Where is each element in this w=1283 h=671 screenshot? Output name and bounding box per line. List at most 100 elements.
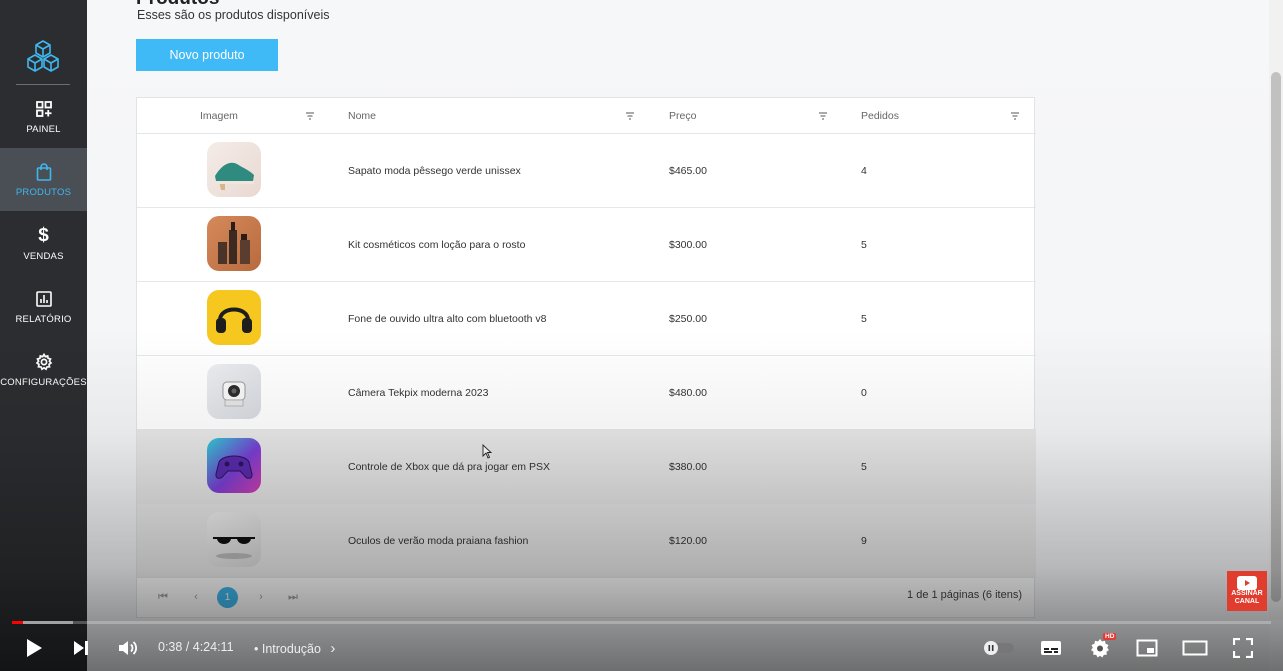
miniplayer-icon xyxy=(1136,639,1158,657)
first-page-button[interactable]: ⏮ xyxy=(155,589,171,605)
progress-played xyxy=(12,621,23,624)
prev-page-button[interactable]: ‹ xyxy=(188,589,204,605)
play-button[interactable] xyxy=(22,636,46,660)
dollar-icon: $ xyxy=(38,224,49,246)
page-subtitle: Esses são os produtos disponíveis xyxy=(137,8,330,22)
skip-next-icon xyxy=(74,641,88,655)
dashboard-icon xyxy=(34,99,54,119)
product-orders: 0 xyxy=(861,387,867,399)
table-header: Imagem Nome Preço Pedidos xyxy=(137,98,1036,134)
subtitles-icon xyxy=(1041,641,1061,655)
current-page-button[interactable]: 1 xyxy=(217,587,238,608)
miniplayer-button[interactable] xyxy=(1135,636,1159,660)
report-chart-icon xyxy=(34,289,54,309)
product-price: $250.00 xyxy=(669,313,707,325)
progress-buffered xyxy=(23,621,73,624)
pagination: ⏮ ‹ 1 › ⏭ 1 de 1 páginas (6 itens) xyxy=(137,577,1036,617)
product-name: Sapato moda pêssego verde unissex xyxy=(348,165,521,177)
table-row[interactable]: Câmera Tekpix moderna 2023 $480.00 0 xyxy=(137,356,1036,430)
hd-badge: HD xyxy=(1103,633,1117,640)
filter-icon[interactable] xyxy=(305,111,315,121)
volume-button[interactable] xyxy=(116,636,140,660)
product-price: $465.00 xyxy=(669,165,707,177)
table-row[interactable]: Controle de Xbox que dá pra jogar em PSX… xyxy=(137,430,1036,504)
subscribe-label-line1: ASSINAR xyxy=(1231,590,1263,597)
next-video-button[interactable] xyxy=(70,636,92,660)
product-orders: 5 xyxy=(861,461,867,473)
player-controls: 0:38 / 4:24:11 • Introdução › HD xyxy=(0,626,1283,671)
sidebar: PAINEL PRODUTOS $ VENDAS RELATÓRIO CONFI… xyxy=(0,0,87,671)
main-content: Produtos Esses são os produtos disponíve… xyxy=(87,0,1269,671)
product-image-shoe xyxy=(207,142,261,197)
filter-icon[interactable] xyxy=(818,111,828,121)
filter-icon[interactable] xyxy=(625,111,635,121)
sidebar-item-painel[interactable]: PAINEL xyxy=(0,85,87,148)
sidebar-item-label: PRODUTOS xyxy=(15,186,72,198)
settings-button[interactable]: HD xyxy=(1087,633,1117,660)
video-progress-bar[interactable] xyxy=(12,621,1271,624)
product-orders: 5 xyxy=(861,239,867,251)
page-scrollbar[interactable] xyxy=(1269,0,1283,620)
column-header-price[interactable]: Preço xyxy=(669,98,696,134)
scrollbar-thumb[interactable] xyxy=(1271,72,1281,602)
table-row[interactable]: Sapato moda pêssego verde unissex $465.0… xyxy=(137,134,1036,208)
products-table: Imagem Nome Preço Pedidos Sapato moda pê… xyxy=(136,97,1036,618)
column-header-name[interactable]: Nome xyxy=(348,98,376,134)
product-name: Controle de Xbox que dá pra jogar em PSX xyxy=(348,461,550,473)
subscribe-label-line2: CANAL xyxy=(1234,598,1260,605)
sidebar-item-label: PAINEL xyxy=(26,123,61,135)
cubes-logo-icon xyxy=(27,40,59,72)
theater-mode-icon xyxy=(1182,640,1208,656)
product-name: Oculos de verão moda praiana fashion xyxy=(348,535,529,547)
sidebar-item-configuracoes[interactable]: CONFIGURAÇÕES xyxy=(0,338,87,401)
sidebar-item-label: CONFIGURAÇÕES xyxy=(0,376,87,388)
product-orders: 9 xyxy=(861,535,867,547)
shopping-bag-icon xyxy=(34,162,54,182)
gear-icon xyxy=(34,352,54,372)
column-header-orders[interactable]: Pedidos xyxy=(861,98,899,134)
product-name: Câmera Tekpix moderna 2023 xyxy=(348,387,489,399)
product-orders: 5 xyxy=(861,313,867,325)
product-image-camera xyxy=(207,364,261,419)
product-image-cosmetics xyxy=(207,216,261,271)
subtitles-button[interactable] xyxy=(1039,636,1063,660)
chapter-label: • Introdução xyxy=(254,642,321,656)
column-header-image[interactable]: Imagem xyxy=(200,98,238,134)
filter-icon[interactable] xyxy=(1010,111,1020,121)
product-price: $300.00 xyxy=(669,239,707,251)
mouse-cursor-icon xyxy=(482,444,492,459)
sidebar-item-relatorio[interactable]: RELATÓRIO xyxy=(0,275,87,338)
new-product-button[interactable]: Novo produto xyxy=(136,39,278,71)
pagination-info: 1 de 1 páginas (6 itens) xyxy=(907,589,1022,601)
sidebar-item-vendas[interactable]: $ VENDAS xyxy=(0,212,87,275)
chevron-right-icon: › xyxy=(330,640,336,657)
sidebar-item-label: RELATÓRIO xyxy=(15,313,72,325)
theater-mode-button[interactable] xyxy=(1181,636,1209,660)
volume-icon xyxy=(119,641,138,655)
product-name: Kit cosméticos com loção para o rosto xyxy=(348,239,526,251)
product-orders: 4 xyxy=(861,165,867,177)
video-time: 0:38 / 4:24:11 xyxy=(158,640,234,654)
table-row[interactable]: Kit cosméticos com loção para o rosto $3… xyxy=(137,208,1036,282)
autoplay-pause-icon xyxy=(984,641,1014,655)
subscribe-channel-button[interactable]: ASSINAR CANAL xyxy=(1227,571,1267,611)
product-price: $120.00 xyxy=(669,535,707,547)
product-price: $480.00 xyxy=(669,387,707,399)
product-image-sunglasses xyxy=(207,512,261,567)
fullscreen-icon xyxy=(1233,638,1253,658)
product-price: $380.00 xyxy=(669,461,707,473)
chapter-title[interactable]: • Introdução › xyxy=(254,640,335,657)
gear-icon xyxy=(1091,639,1109,658)
product-image-controller xyxy=(207,438,261,493)
autoplay-toggle[interactable] xyxy=(983,636,1015,660)
last-page-button[interactable]: ⏭ xyxy=(285,589,301,605)
fullscreen-button[interactable] xyxy=(1231,636,1255,660)
product-name: Fone de ouvido ultra alto com bluetooth … xyxy=(348,313,547,325)
sidebar-item-produtos[interactable]: PRODUTOS xyxy=(0,148,87,211)
table-row[interactable]: Oculos de verão moda praiana fashion $12… xyxy=(137,504,1036,578)
table-row[interactable]: Fone de ouvido ultra alto com bluetooth … xyxy=(137,282,1036,356)
sidebar-item-label: VENDAS xyxy=(23,250,64,262)
app-logo[interactable] xyxy=(16,32,70,80)
next-page-button[interactable]: › xyxy=(253,589,269,605)
youtube-icon xyxy=(1237,576,1257,590)
